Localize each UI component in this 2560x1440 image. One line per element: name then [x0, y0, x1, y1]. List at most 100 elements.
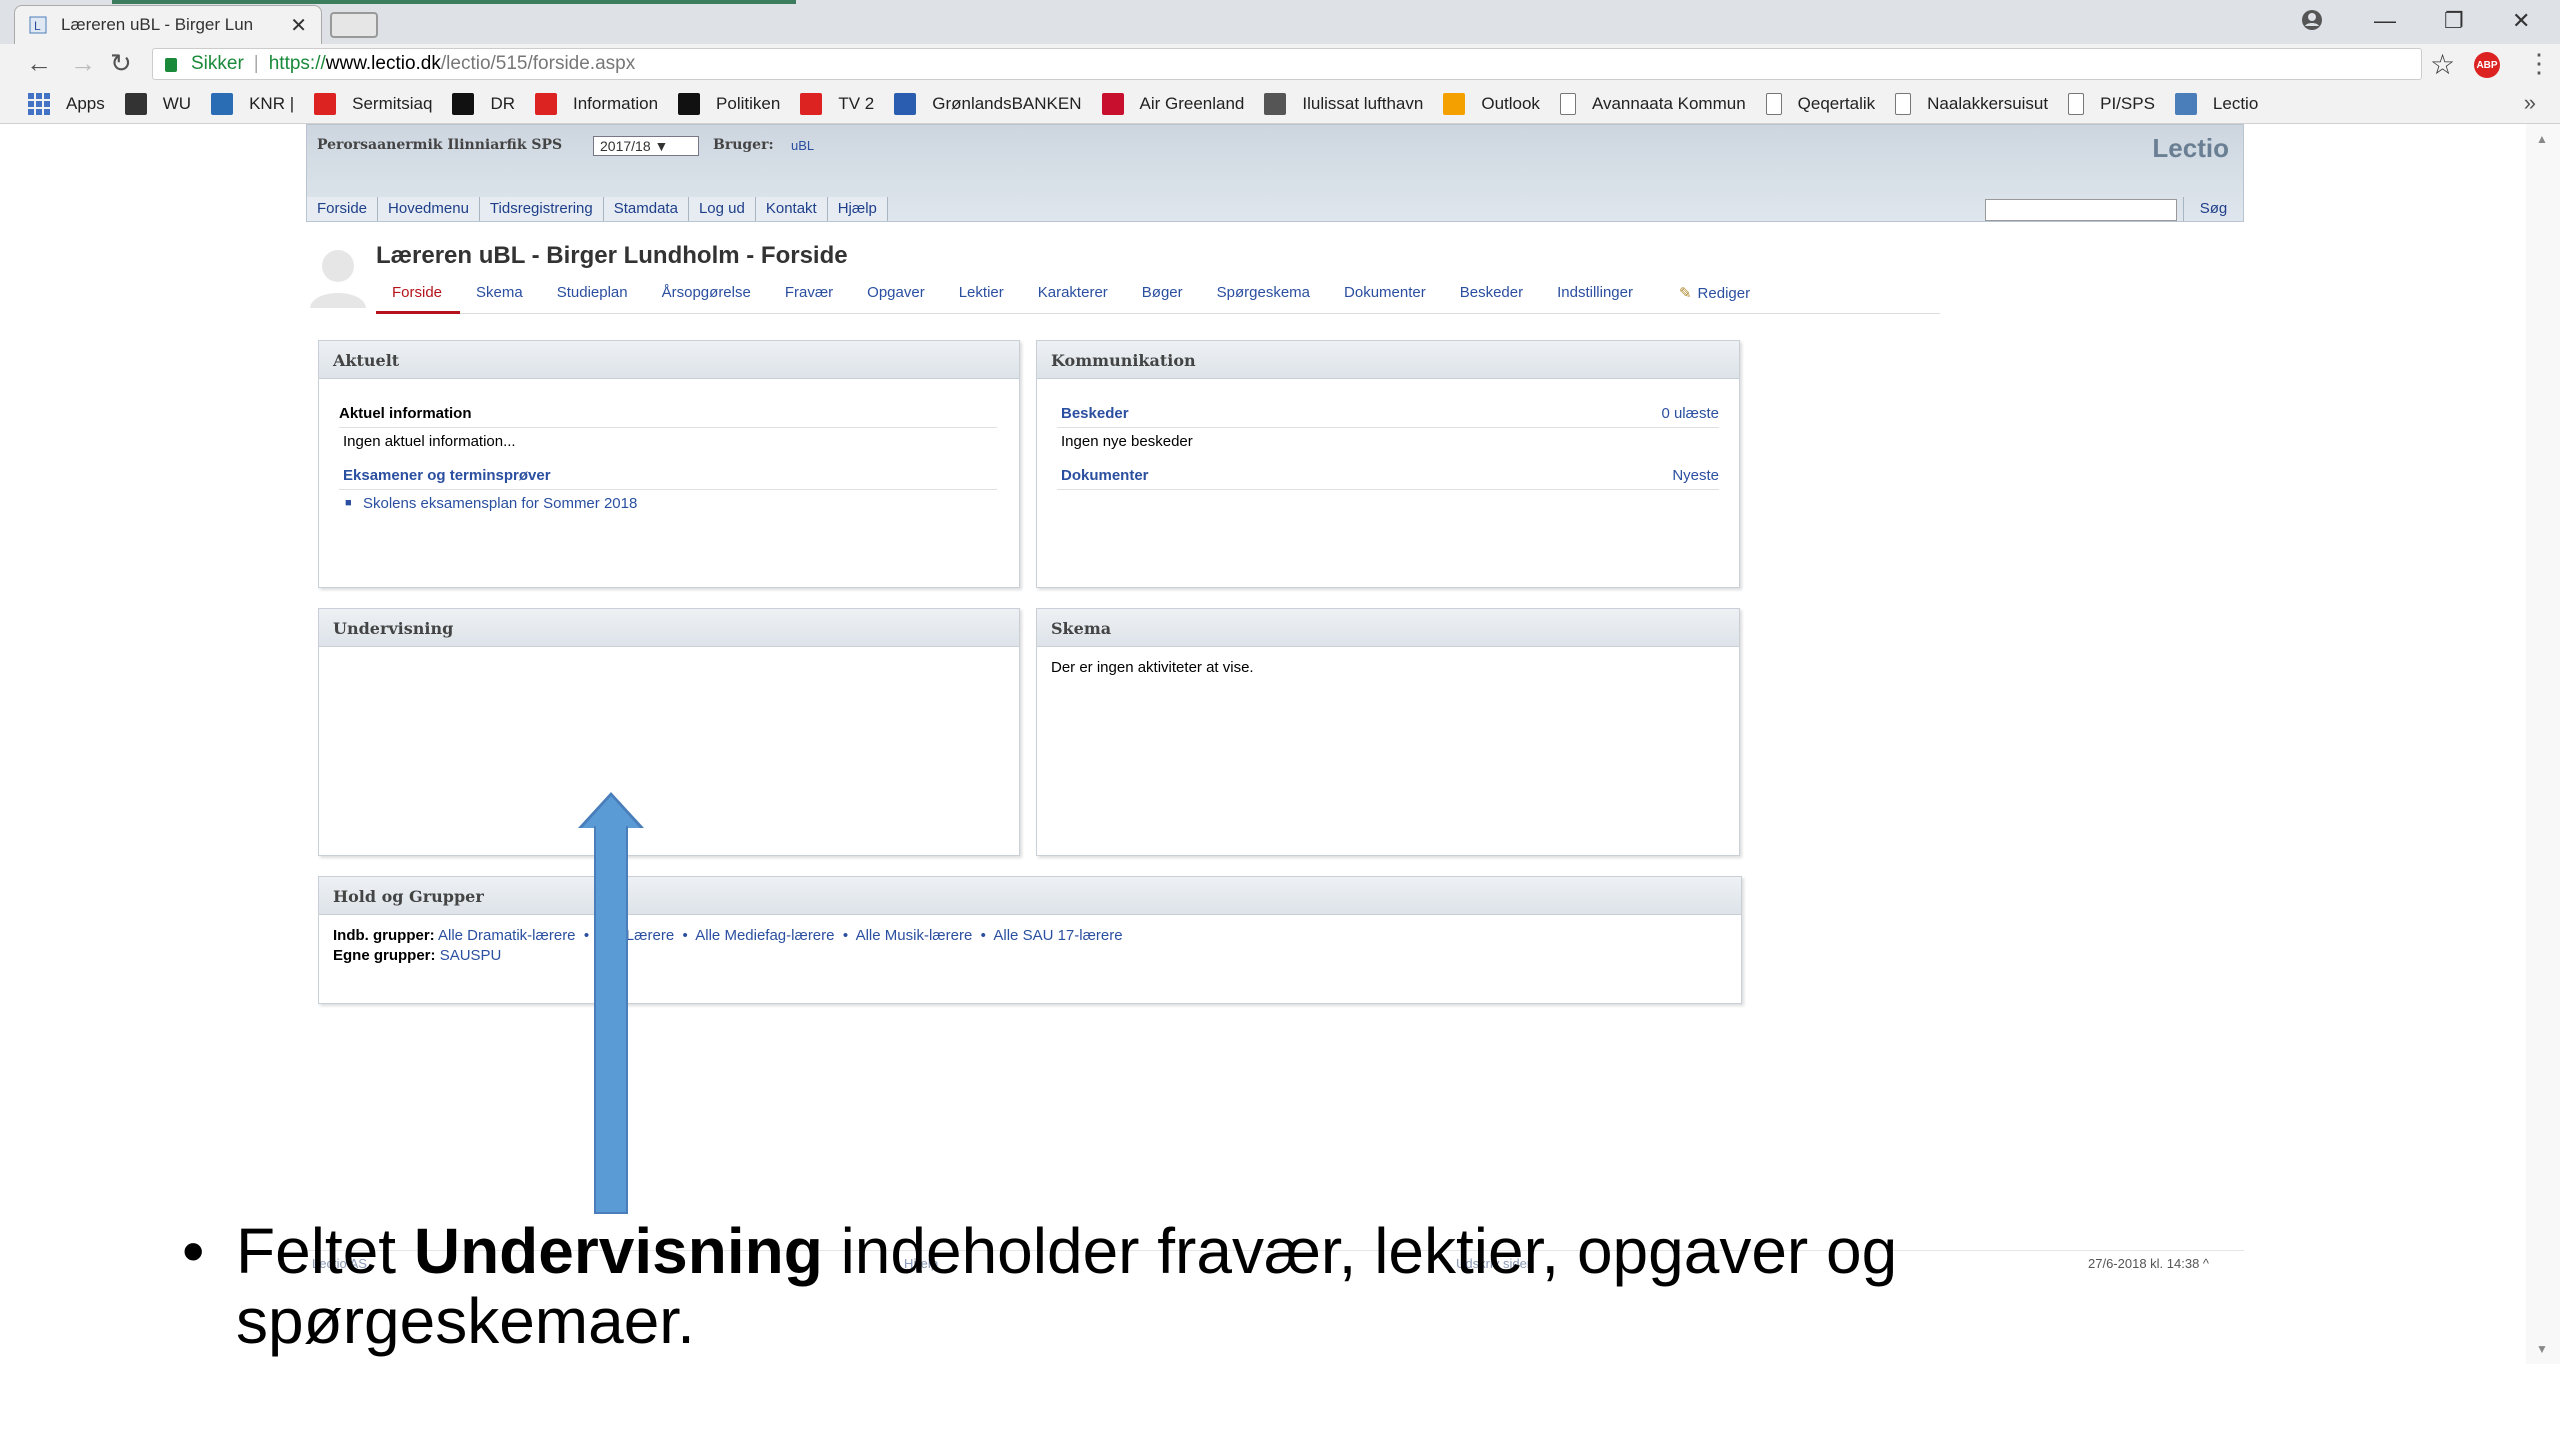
main-menu: Forside Hovedmenu Tidsregistrering Stamdata…: [307, 197, 888, 221]
annotation-arrow-head: [582, 796, 640, 828]
main-menu-item[interactable]: Forside: [307, 197, 379, 221]
egne-group-link[interactable]: SAUSPU: [440, 947, 502, 964]
lectio-logo[interactable]: Lectio: [2152, 133, 2229, 164]
skema-empty-text: Der er ingen aktiviteter at vise.: [1051, 659, 1254, 676]
bookmark-item[interactable]: Air Greenland: [1101, 92, 1245, 115]
bookmark-item[interactable]: Avannaata Kommun: [1559, 92, 1746, 115]
bookmark-item[interactable]: Information: [535, 92, 658, 115]
main-menu-item[interactable]: Log ud: [688, 197, 756, 221]
reload-icon[interactable]: ↻: [110, 48, 132, 79]
minimize-icon[interactable]: —: [2374, 8, 2396, 34]
back-icon[interactable]: ←: [26, 48, 52, 79]
tv2-icon: [800, 92, 823, 115]
subnav-item[interactable]: Indstillinger: [1541, 280, 1651, 314]
profile-icon[interactable]: [2300, 8, 2324, 32]
gronlandsbanken-icon: [894, 92, 917, 115]
search-input[interactable]: [1985, 199, 2177, 221]
bookmark-label: Apps: [66, 93, 105, 113]
subnav-item[interactable]: Opgaver: [851, 280, 943, 314]
bookmark-item[interactable]: Lectio: [2174, 92, 2258, 115]
page-icon: [2068, 92, 2085, 115]
bookmark-item[interactable]: Politiken: [678, 92, 780, 115]
divider: [339, 427, 997, 428]
group-link[interactable]: Alle Musik-lærere: [856, 927, 973, 944]
search-button[interactable]: Søg: [2183, 197, 2243, 221]
bookmark-label: Naalakkersuisut: [1927, 93, 2049, 113]
group-link[interactable]: Alle SAU 17-lærere: [993, 927, 1122, 944]
close-tab-icon[interactable]: ✕: [290, 13, 307, 38]
subnav-item[interactable]: Årsopgørelse: [646, 280, 769, 314]
exams-link[interactable]: Eksamener og terminsprøver: [343, 467, 551, 484]
bookmark-item[interactable]: GrønlandsBANKEN: [894, 92, 1082, 115]
bookmark-label: DR: [490, 93, 515, 113]
new-tab-button[interactable]: [330, 12, 378, 38]
main-menu-item[interactable]: Kontakt: [755, 197, 828, 221]
documents-link[interactable]: Dokumenter: [1061, 467, 1149, 484]
panel-kommunikation: Kommunikation Beskeder 0 ulæste Ingen ny…: [1036, 340, 1740, 588]
bookmark-item[interactable]: Ilulissat lufthavn: [1264, 92, 1424, 115]
url-path: /lectio/515/forside.aspx: [440, 53, 636, 74]
information-icon: [535, 92, 557, 115]
page-icon: [1559, 92, 1576, 115]
subnav-item[interactable]: Beskeder: [1444, 280, 1541, 314]
subnav-item[interactable]: Karakterer: [1022, 280, 1126, 314]
subnav-item[interactable]: Fravær: [769, 280, 851, 314]
bookmark-item[interactable]: WU: [124, 92, 191, 115]
bookmark-label: KNR |: [249, 93, 295, 113]
main-menu-item[interactable]: Stamdata: [603, 197, 689, 221]
forward-icon[interactable]: →: [70, 48, 96, 79]
page-icon: [1765, 92, 1782, 115]
restore-icon[interactable]: ❐: [2444, 8, 2464, 34]
lock-icon: [165, 58, 177, 72]
bookmark-item[interactable]: PI/SPS: [2068, 92, 2155, 115]
bookmark-label: Outlook: [1481, 93, 1540, 113]
school-year-select[interactable]: 2017/18 ▼: [593, 136, 699, 156]
panel-hold-og-grupper: Hold og Grupper Indb. grupper: Alle Dram…: [318, 876, 1742, 1004]
close-window-icon[interactable]: ✕: [2512, 8, 2530, 34]
main-menu-item[interactable]: Tidsregistrering: [479, 197, 604, 221]
subnav-item[interactable]: Dokumenter: [1328, 280, 1444, 314]
user-link[interactable]: uBL: [791, 138, 814, 153]
documents-newest[interactable]: Nyeste: [1672, 467, 1719, 484]
group-link[interactable]: Alle Dramatik-lærere: [438, 927, 576, 944]
bookmarks-overflow-icon[interactable]: »: [2524, 90, 2536, 116]
bookmark-label: TV 2: [838, 93, 875, 113]
scroll-down-icon[interactable]: ▼: [2536, 1342, 2548, 1356]
subnav-item[interactable]: Studieplan: [541, 280, 646, 314]
url-input[interactable]: Sikker | https:// www.lectio.dk /lectio/…: [152, 48, 2422, 80]
subnav-item[interactable]: Spørgeskema: [1201, 280, 1328, 314]
browser-menu-icon[interactable]: ⋮: [2526, 48, 2552, 79]
main-menu-item[interactable]: Hovedmenu: [378, 197, 480, 221]
panel-aktuelt: Aktuelt Aktuel information Ingen aktuel …: [318, 340, 1020, 588]
knr-icon: [211, 92, 234, 115]
indb-groups-list: Alle Dramatik-lærere • Alle Lærere • All…: [438, 927, 1123, 944]
bookmark-label: Ilulissat lufthavn: [1302, 93, 1424, 113]
edit-button[interactable]: ✎ Rediger: [1663, 280, 1768, 314]
bookmark-item[interactable]: Qeqertalik: [1765, 92, 1875, 115]
bookmark-star-icon[interactable]: ☆: [2430, 48, 2455, 81]
main-menu-item[interactable]: Hjælp: [827, 197, 888, 221]
group-link[interactable]: Alle Mediefag-lærere: [695, 927, 834, 944]
subnav-item[interactable]: Lektier: [943, 280, 1022, 314]
adblock-icon[interactable]: ABP: [2474, 52, 2500, 78]
airport-icon: [1264, 92, 1287, 115]
bookmark-item[interactable]: Sermitsiaq: [314, 92, 432, 115]
panel-skema-title: Skema: [1037, 609, 1739, 647]
bookmark-item[interactable]: DR: [452, 92, 515, 115]
bookmark-item[interactable]: KNR |: [211, 92, 295, 115]
browser-tab-active[interactable]: L Læreren uBL - Birger Lun ✕: [14, 5, 322, 44]
subnav-item[interactable]: Forside: [376, 280, 461, 314]
bookmark-item[interactable]: TV 2: [800, 92, 875, 115]
bookmark-label: Air Greenland: [1139, 93, 1245, 113]
subnav-item[interactable]: Skema: [460, 280, 541, 314]
scroll-up-icon[interactable]: ▲: [2536, 132, 2548, 146]
messages-link[interactable]: Beskeder: [1061, 405, 1129, 422]
bullet-icon: ■: [345, 497, 352, 509]
unread-count[interactable]: 0 ulæste: [1661, 405, 1719, 422]
exam-plan-link[interactable]: Skolens eksamensplan for Sommer 2018: [363, 495, 637, 512]
bookmark-item[interactable]: Outlook: [1443, 92, 1540, 115]
bookmark-item[interactable]: Apps: [28, 92, 105, 115]
subnav-item[interactable]: Bøger: [1126, 280, 1201, 314]
bookmark-item[interactable]: Naalakkersuisut: [1895, 92, 2049, 115]
page-scrollbar[interactable]: ▲ ▼: [2526, 124, 2560, 1364]
